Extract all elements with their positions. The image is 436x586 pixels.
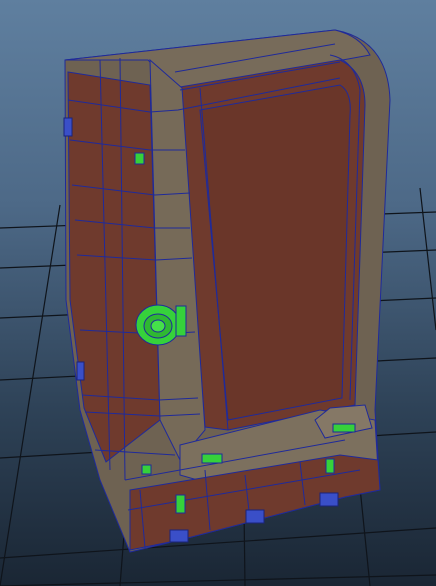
3d-viewport[interactable] xyxy=(0,0,436,586)
small-vent-upper[interactable] xyxy=(134,152,145,165)
base-indicator-left[interactable] xyxy=(175,494,186,514)
foot-vent-right xyxy=(319,492,339,507)
clip-mid-left xyxy=(76,361,85,381)
step-switch[interactable] xyxy=(332,423,356,433)
viewport-canvas[interactable] xyxy=(0,0,436,586)
foot-vent-mid xyxy=(245,509,265,524)
front-switch[interactable] xyxy=(201,453,223,464)
base-indicator-right[interactable] xyxy=(325,458,335,474)
clip-top-left xyxy=(63,117,73,137)
foot-vent-left xyxy=(169,529,189,543)
small-vent-lower[interactable] xyxy=(141,464,152,475)
